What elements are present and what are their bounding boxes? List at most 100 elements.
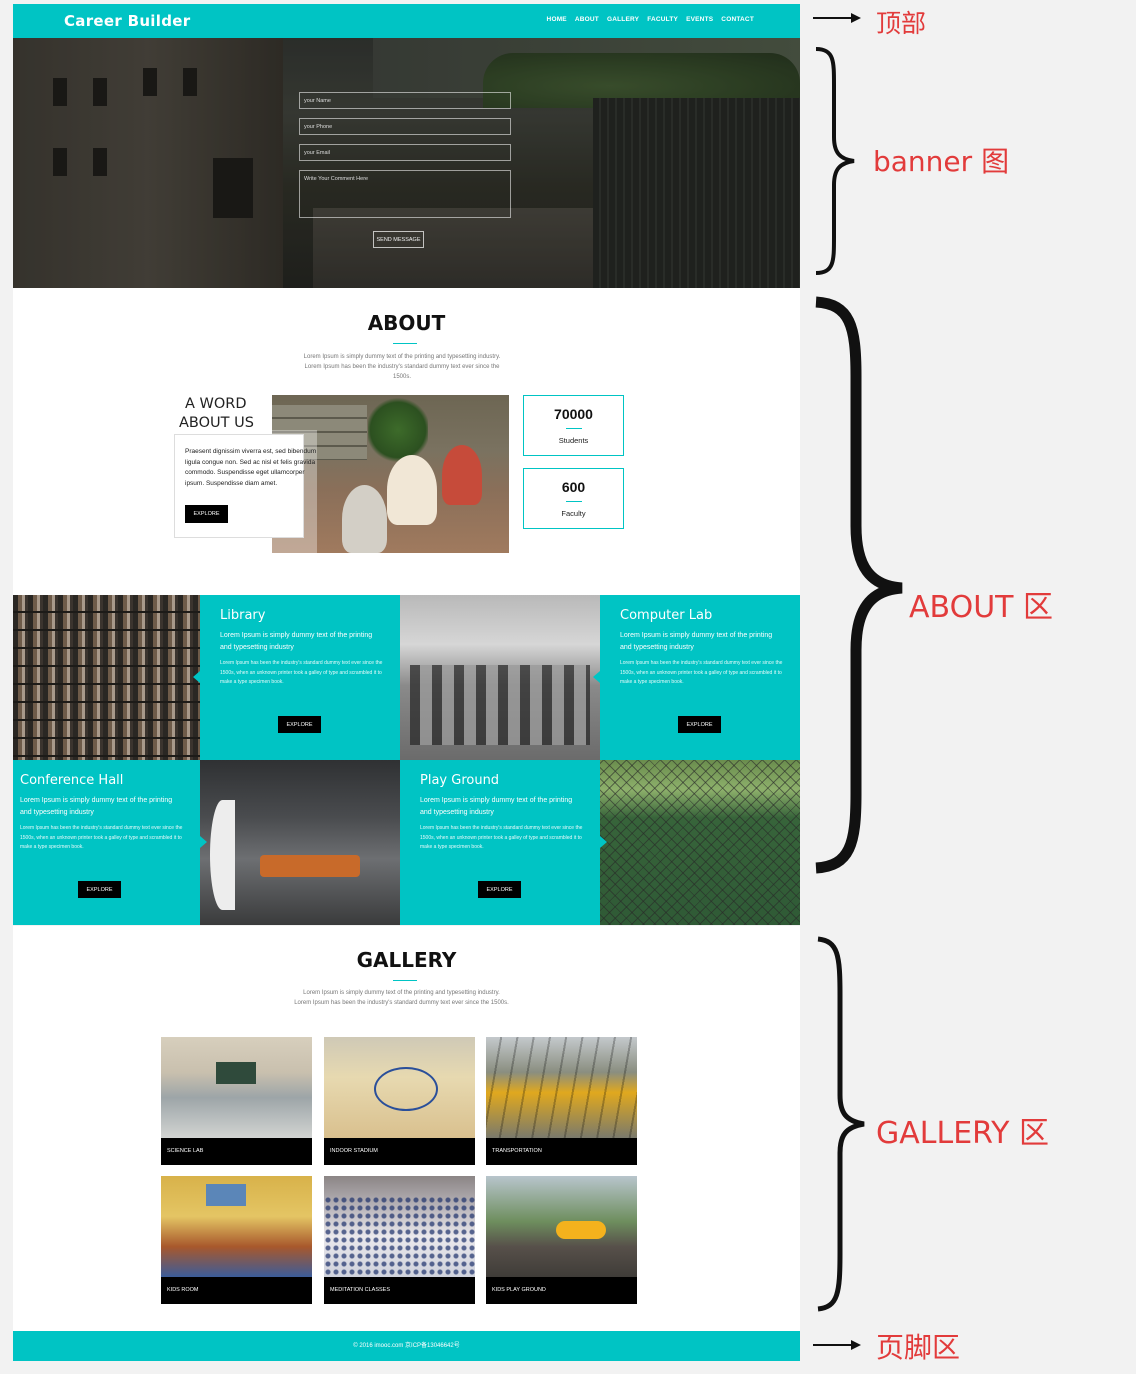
photo-plant <box>368 395 428 465</box>
gallery-item-transportation[interactable]: TRANSPORTATION <box>486 1037 637 1165</box>
pointer-arrow <box>200 836 207 848</box>
photo-child <box>342 485 387 553</box>
stat-label: Students <box>558 436 589 445</box>
conference-hall-explore-button[interactable]: EXPLORE <box>78 881 121 898</box>
play-ground-explore-button[interactable]: EXPLORE <box>478 881 521 898</box>
annotation-brace-gallery <box>817 936 865 1312</box>
play-ground-title: Play Ground <box>420 773 500 788</box>
conference-hall-subtitle: Lorem Ipsum is simply dummy text of the … <box>20 797 173 816</box>
transportation-image <box>486 1037 637 1138</box>
gallery-title: GALLERY <box>356 948 457 972</box>
library-title: Library <box>220 608 266 623</box>
word-about-us-text: Praesent dignissim viverra est, sed bibe… <box>185 448 317 487</box>
site-logo[interactable]: Career Builder <box>64 12 190 30</box>
annotation-arrow-footer <box>813 1340 861 1350</box>
annotation-banner: banner 图 <box>873 145 1010 178</box>
library-subtitle: Lorem Ipsum is simply dummy text of the … <box>220 632 373 651</box>
word-title-line2: ABOUT US <box>179 415 254 431</box>
computer-lab-body: Lorem Ipsum has been the industry's stan… <box>620 660 783 685</box>
send-message-button[interactable]: SEND MESSAGE <box>373 231 424 248</box>
nav-gallery[interactable]: GALLERY <box>607 16 639 23</box>
about-explore-button[interactable]: EXPLORE <box>185 505 228 523</box>
library-body: Lorem Ipsum has been the industry's stan… <box>220 660 383 685</box>
email-input[interactable]: your Email <box>299 144 511 161</box>
gallery-caption: KIDS PLAY GROUND <box>486 1277 637 1304</box>
gallery-item-meditation-classes[interactable]: MEDITATION CLASSES <box>324 1176 475 1304</box>
pointer-arrow <box>600 836 607 848</box>
stat-faculty: 600 Faculty <box>523 468 624 529</box>
gallery-caption: INDOOR STADIUM <box>324 1138 475 1165</box>
word-title-line1: A WORD <box>185 396 247 412</box>
nav-home[interactable]: HOME <box>547 16 567 23</box>
play-ground-card: Play Ground Lorem Ipsum is simply dummy … <box>400 760 600 925</box>
main-nav: HOME ABOUT GALLERY FACULTY EVENTS CONTAC… <box>547 16 754 23</box>
gallery-caption: MEDITATION CLASSES <box>324 1277 475 1304</box>
annotation-about: ABOUT 区 <box>909 590 1054 625</box>
conference-hall-body: Lorem Ipsum has been the industry's stan… <box>20 825 183 850</box>
stat-label: Faculty <box>561 509 586 518</box>
conference-hall-image <box>200 760 400 925</box>
conference-hall-title: Conference Hall <box>20 773 124 788</box>
nav-contact[interactable]: CONTACT <box>721 16 754 23</box>
gallery-section: GALLERY Lorem Ipsum is simply dummy text… <box>13 926 800 1331</box>
stat-students: 70000 Students <box>523 395 624 456</box>
name-input[interactable]: your Name <box>299 92 511 109</box>
kids-room-image <box>161 1176 312 1277</box>
indoor-stadium-image <box>324 1037 475 1138</box>
page: Career Builder HOME ABOUT GALLERY FACULT… <box>0 0 1136 1374</box>
annotation-brace-about <box>815 296 903 874</box>
nav-faculty[interactable]: FACULTY <box>647 16 678 23</box>
stat-number: 70000 <box>554 406 593 422</box>
kids-play-ground-image <box>486 1176 637 1277</box>
pointer-arrow <box>193 671 200 683</box>
nav-events[interactable]: EVENTS <box>686 16 713 23</box>
photo-child <box>387 455 437 525</box>
gallery-item-science-lab[interactable]: SCIENCE LAB <box>161 1037 312 1165</box>
annotation-gallery: GALLERY 区 <box>876 1116 1049 1151</box>
footer: © 2016 imooc.com 京ICP备13046642号 <box>13 1331 800 1361</box>
play-ground-image <box>600 760 800 925</box>
gallery-item-kids-play-ground[interactable]: KIDS PLAY GROUND <box>486 1176 637 1304</box>
photo-child <box>442 445 482 505</box>
computer-lab-subtitle: Lorem Ipsum is simply dummy text of the … <box>620 632 773 651</box>
meditation-classes-image <box>324 1176 475 1277</box>
library-image <box>13 595 200 760</box>
footer-copyright: © 2016 imooc.com 京ICP备13046642号 <box>353 1343 460 1349</box>
annotation-arrow-top <box>813 13 861 23</box>
gallery-caption: SCIENCE LAB <box>161 1138 312 1165</box>
about-title-underline <box>393 343 417 344</box>
stat-divider <box>565 501 582 502</box>
play-ground-subtitle: Lorem Ipsum is simply dummy text of the … <box>420 797 573 816</box>
annotation-brace-banner <box>815 47 855 275</box>
contact-form: your Name your Phone your Email Write Yo… <box>299 92 511 227</box>
play-ground-body: Lorem Ipsum has been the industry's stan… <box>420 825 583 850</box>
gallery-caption: TRANSPORTATION <box>486 1138 637 1165</box>
computer-lab-explore-button[interactable]: EXPLORE <box>678 716 721 733</box>
gallery-title-underline <box>393 980 417 981</box>
about-title: ABOUT <box>367 311 446 335</box>
computer-lab-card: Computer Lab Lorem Ipsum is simply dummy… <box>600 595 800 760</box>
about-section: ABOUT Lorem Ipsum is simply dummy text o… <box>13 288 800 595</box>
header: Career Builder HOME ABOUT GALLERY FACULT… <box>13 4 800 38</box>
library-card: Library Lorem Ipsum is simply dummy text… <box>200 595 400 760</box>
gallery-item-indoor-stadium[interactable]: INDOOR STADIUM <box>324 1037 475 1165</box>
gallery-item-kids-room[interactable]: KIDS ROOM <box>161 1176 312 1304</box>
annotation-top: 顶部 <box>876 9 927 38</box>
library-explore-button[interactable]: EXPLORE <box>278 716 321 733</box>
computer-lab-title: Computer Lab <box>620 608 713 623</box>
gallery-caption: KIDS ROOM <box>161 1277 312 1304</box>
computer-lab-image <box>400 595 600 760</box>
comment-textarea[interactable]: Write Your Comment Here <box>299 170 511 218</box>
banner: your Name your Phone your Email Write Yo… <box>13 38 800 288</box>
word-about-us-title: A WORD ABOUT US <box>179 395 254 433</box>
word-about-us-box: Praesent dignissim viverra est, sed bibe… <box>174 434 316 538</box>
stat-number: 600 <box>561 479 586 495</box>
annotation-footer: 页脚区 <box>876 1331 961 1364</box>
gallery-description: Lorem Ipsum is simply dummy text of the … <box>294 990 509 1006</box>
pointer-arrow <box>593 671 600 683</box>
nav-about[interactable]: ABOUT <box>575 16 599 23</box>
conference-hall-card: Conference Hall Lorem Ipsum is simply du… <box>13 760 200 925</box>
phone-input[interactable]: your Phone <box>299 118 511 135</box>
facilities-grid: Library Lorem Ipsum is simply dummy text… <box>13 595 800 926</box>
stat-divider <box>565 428 582 429</box>
